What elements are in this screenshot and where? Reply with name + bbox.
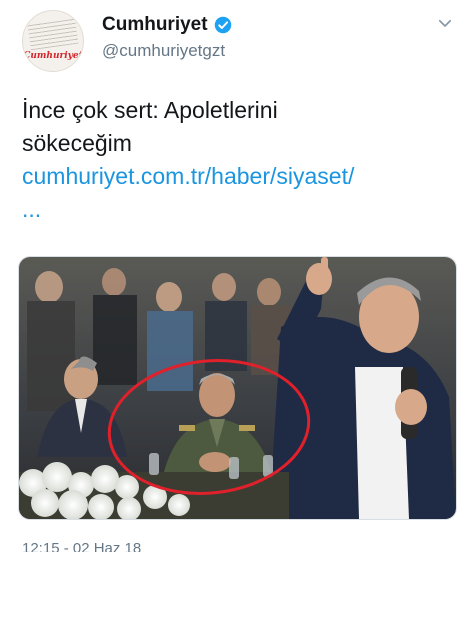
photo-illustration [19,257,456,519]
display-name[interactable]: Cumhuriyet [102,14,208,36]
tweet-card: Cumhuriyet Cumhuriyet @cumhuriyetgzt İnc… [0,0,476,627]
avatar-logo: Cumhuriyet [23,51,83,61]
tweet-text-line-1: İnce çok sert: Apoletlerini [22,97,278,123]
newspaper-image [27,17,79,51]
chevron-down-icon[interactable] [436,14,454,32]
verified-badge-icon [214,16,231,34]
tweet-photo[interactable] [18,256,457,520]
tweet-text-line-2: sökeceğim [22,130,132,156]
article-link[interactable]: cumhuriyet.com.tr/haber/siyaset/ [22,160,462,193]
tweet-text: İnce çok sert: Apoletlerini sökeceğim cu… [22,94,462,226]
author-name-row[interactable]: Cumhuriyet [102,14,232,36]
timestamp[interactable]: 12:15 - 02 Haz 18 [22,540,141,552]
article-link-ellipsis[interactable]: ... [22,193,462,226]
user-handle[interactable]: @cumhuriyetgzt [102,41,232,61]
author-block: Cumhuriyet @cumhuriyetgzt [102,14,232,61]
avatar[interactable]: Cumhuriyet [22,10,84,72]
